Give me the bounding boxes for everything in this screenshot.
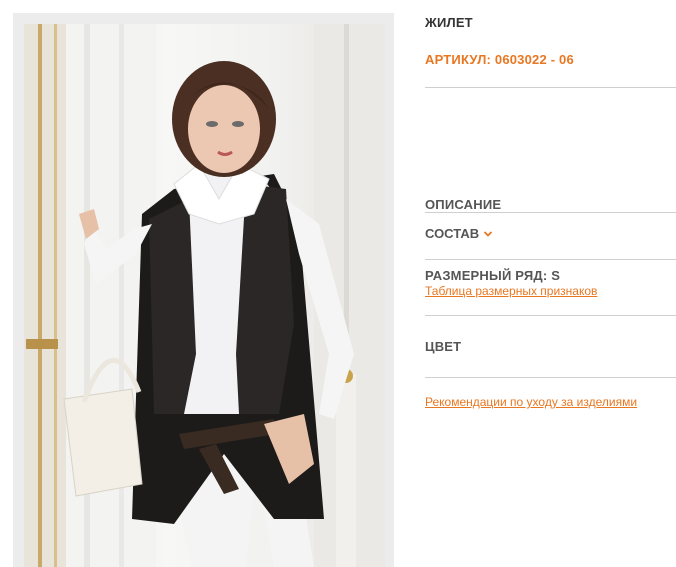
size-table-link[interactable]: Таблица размерных признаков <box>425 284 597 298</box>
chevron-down-icon <box>484 230 493 237</box>
product-photo-illustration <box>24 24 385 567</box>
divider <box>425 87 676 88</box>
divider <box>425 212 676 213</box>
product-image[interactable] <box>24 24 385 567</box>
product-title: ЖИЛЕТ <box>425 15 473 30</box>
divider <box>425 315 676 316</box>
color-heading: ЦВЕТ <box>425 339 462 354</box>
divider <box>425 259 676 260</box>
size-range: РАЗМЕРНЫЙ РЯД: S <box>425 268 561 283</box>
composition-toggle[interactable]: СОСТАВ <box>425 226 493 241</box>
composition-label: СОСТАВ <box>425 226 480 241</box>
description-heading: ОПИСАНИЕ <box>425 197 502 212</box>
divider <box>425 377 676 378</box>
care-recommendations-link[interactable]: Рекомендации по уходу за изделиями <box>425 395 637 409</box>
product-article: АРТИКУЛ: 0603022 - 06 <box>425 52 574 67</box>
